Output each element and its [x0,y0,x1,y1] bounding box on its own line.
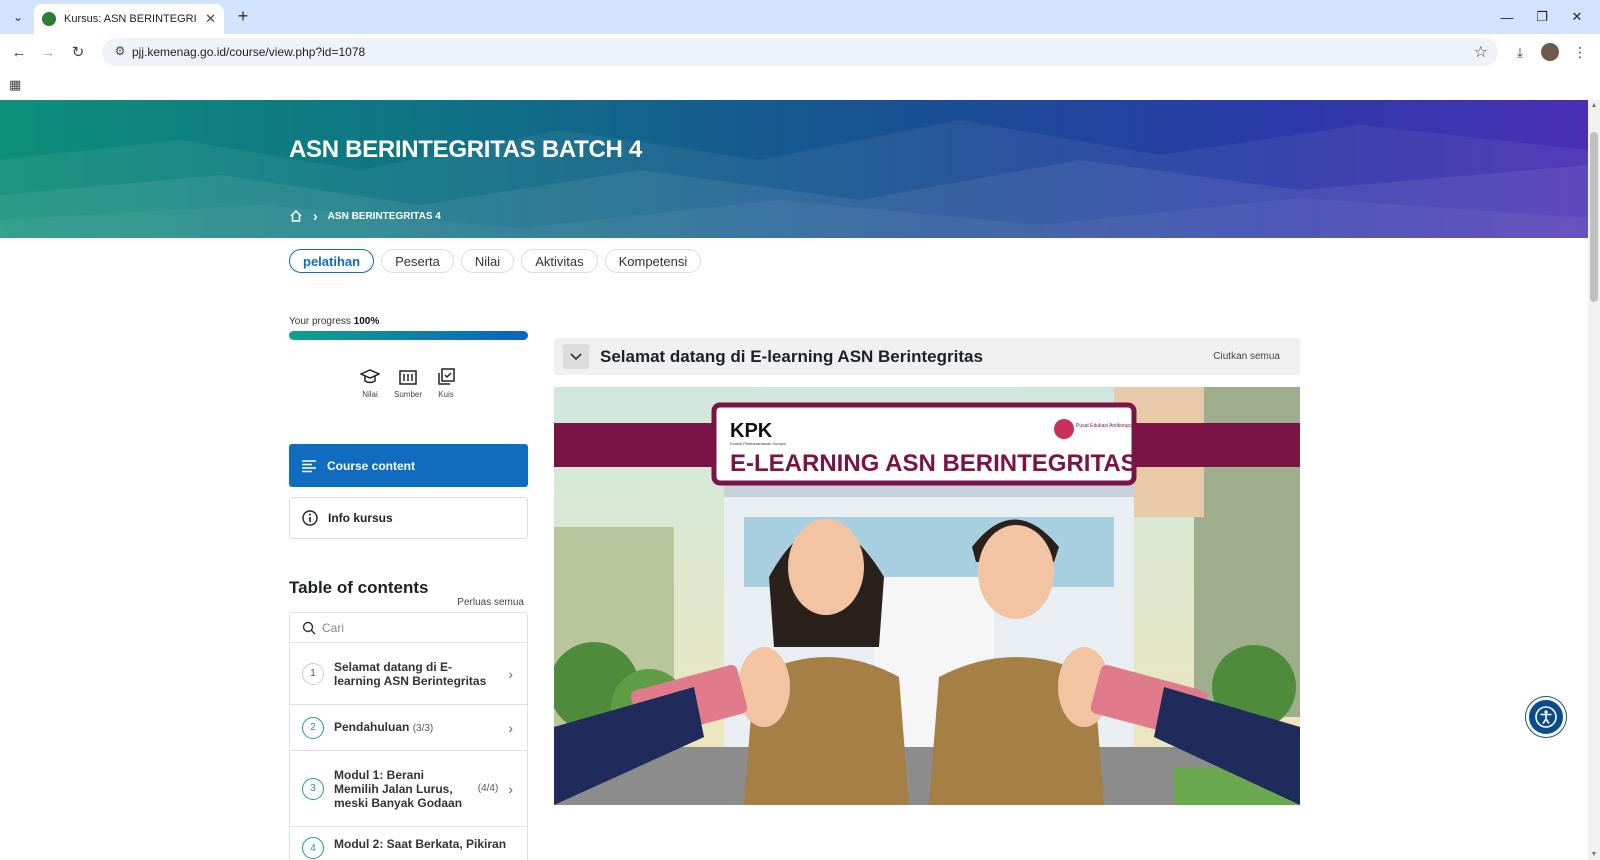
browser-tab-bar: ⌄ Kursus: ASN BERINTEGRITAS BATCH 4 ✕ + … [0,0,1600,34]
tab-peserta[interactable]: Peserta [381,249,454,273]
toc-item-number: 4 [302,837,324,859]
tab-nilai[interactable]: Nilai [460,249,515,273]
new-tab-icon[interactable]: + [232,6,254,28]
toc-item-1[interactable]: 1 Selamat datang di E-learning ASN Berin… [290,643,527,705]
url-text[interactable]: pjj.kemenag.go.id/course/view.php?id=107… [132,45,365,59]
info-kursus-button[interactable]: Info kursus [289,497,528,539]
graduation-cap-icon [360,369,380,384]
quick-link-nilai[interactable]: Nilai [357,368,383,399]
hero-headline: E-LEARNING ASN BERINTEGRITAS [730,450,1137,477]
course-content-button[interactable]: Course content [289,444,528,487]
tab-kompetensi[interactable]: Kompetensi [604,249,702,273]
course-banner: ASN BERINTEGRITAS BATCH 4 › ASN BERINTEG… [0,100,1588,238]
toc-item-count: (3/3) [412,722,434,734]
breadcrumb-course-link[interactable]: ASN BERINTEGRITAS 4 [328,211,441,222]
list-icon [302,459,316,472]
course-content-label: Course content [327,458,416,473]
apps-grid-icon[interactable]: ▦ [9,77,21,93]
window-close-icon[interactable]: ✕ [1556,0,1598,34]
toc-expand-all-link[interactable]: Perluas semua [457,597,524,608]
quiz-icon [438,368,455,385]
back-arrow-icon[interactable]: ← [8,41,30,63]
site-settings-icon[interactable]: ⚙ [112,44,128,60]
hero-illustration: KPK Komisi Pemberantasan Korupsi Pusat E… [554,387,1300,805]
progress-label: Your progress 100% [289,316,528,327]
toc-item-label: Pendahuluan [334,719,410,734]
progress-bar [289,331,528,340]
accessibility-icon [1535,706,1557,728]
toc-item-number: 1 [302,662,324,685]
kpk-logo-subtitle: Komisi Pemberantasan Korupsi [730,441,786,446]
toc-item-number: 2 [302,716,324,739]
toc-item-count: (4/4) [477,783,499,794]
course-secondary-nav: pelatihan Peserta Nilai Aktivitas Kompet… [289,249,702,273]
library-icon [399,370,417,385]
bookmark-star-icon[interactable]: ☆ [1474,42,1488,62]
reload-icon[interactable]: ↻ [67,41,89,63]
toc-search-placeholder: Cari [322,620,345,635]
address-bar[interactable]: ⚙ pjj.kemenag.go.id/course/view.php?id=1… [102,38,1498,66]
section-title: Selamat datang di E-learning ASN Berinte… [600,347,983,366]
progress-label-text: Your progress [289,316,351,327]
tab-title: Kursus: ASN BERINTEGRITAS BATCH 4 [64,13,197,25]
course-sidebar: Your progress 100% Nilai Sumber Kuis Cou… [289,316,528,860]
scroll-up-icon[interactable]: ▲ [1590,102,1598,109]
scrollbar-thumb[interactable] [1590,132,1598,302]
download-icon[interactable]: ⤓ [1510,42,1530,62]
toc-item-label: Modul 1: Berani Memilih Jalan Lurus, mes… [334,767,463,810]
tab-aktivitas[interactable]: Aktivitas [521,249,598,273]
breadcrumb-separator-icon: › [313,208,318,224]
toc-item-3[interactable]: 3 Modul 1: Berani Memilih Jalan Lurus, m… [290,751,527,827]
section-collapse-button[interactable] [563,344,589,369]
browser-toolbar: ← → ↻ ⚙ pjj.kemenag.go.id/course/view.ph… [0,34,1600,70]
bookmarks-bar: ▦ [0,70,1600,100]
profile-avatar[interactable] [1540,42,1560,62]
search-icon [302,621,316,634]
tab-list-chevron-icon[interactable]: ⌄ [6,6,30,28]
toc-item-number: 3 [302,777,324,800]
chevron-right-icon: › [508,665,513,682]
collapse-all-link[interactable]: Ciutkan semua [1213,351,1280,362]
forward-arrow-icon[interactable]: → [37,41,59,63]
partner-logo-text: Pusat Edukasi Antikorupsi [1076,423,1134,429]
toc-item-text: Pendahuluan (3/3) [334,720,498,736]
toc-item-label: Modul 2: Saat Berkata, Pikiran [334,837,507,851]
tab-pelatihan[interactable]: pelatihan [289,249,375,273]
chevron-right-icon: › [508,719,513,736]
site-favicon-icon [42,12,56,26]
chevron-down-icon [570,352,582,360]
toc-list: Cari 1 Selamat datang di E-learning ASN … [289,612,528,860]
course-title: ASN BERINTEGRITAS BATCH 4 [289,136,642,163]
browser-menu-icon[interactable]: ⋮ [1570,42,1590,62]
info-kursus-label: Info kursus [328,511,393,525]
quick-links: Nilai Sumber Kuis [357,368,459,399]
toc-title: Table of contents [289,578,429,597]
banner-wave-pattern [0,120,1588,238]
course-hero-image: KPK Komisi Pemberantasan Korupsi Pusat E… [554,387,1300,805]
info-icon [302,510,318,526]
quick-link-sumber[interactable]: Sumber [394,368,423,399]
home-icon[interactable] [289,209,303,223]
toc-item-4[interactable]: 4 Modul 2: Saat Berkata, Pikiran [290,827,527,860]
tab-close-icon[interactable]: ✕ [205,11,216,27]
toc-item-2[interactable]: 2 Pendahuluan (3/3) › [290,705,527,751]
quick-link-label: Nilai [362,390,378,399]
browser-tab[interactable]: Kursus: ASN BERINTEGRITAS BATCH 4 ✕ [34,4,224,34]
quick-link-label: Sumber [394,390,423,399]
quick-link-kuis[interactable]: Kuis [433,368,459,399]
section-header: Selamat datang di E-learning ASN Berinte… [554,338,1300,375]
toc-search-input[interactable]: Cari [290,613,527,643]
page-viewport: ASN BERINTEGRITAS BATCH 4 › ASN BERINTEG… [0,100,1588,860]
toc-item-label: Selamat datang di E-learning ASN Berinte… [334,659,487,688]
breadcrumb: › ASN BERINTEGRITAS 4 [289,208,441,224]
chevron-right-icon: › [508,780,513,797]
accessibility-button[interactable] [1526,697,1566,737]
kpk-logo-text: KPK [730,420,773,442]
quick-link-label: Kuis [438,390,454,399]
progress-value: 100% [353,316,380,327]
scroll-down-icon[interactable]: ▼ [1590,851,1598,858]
